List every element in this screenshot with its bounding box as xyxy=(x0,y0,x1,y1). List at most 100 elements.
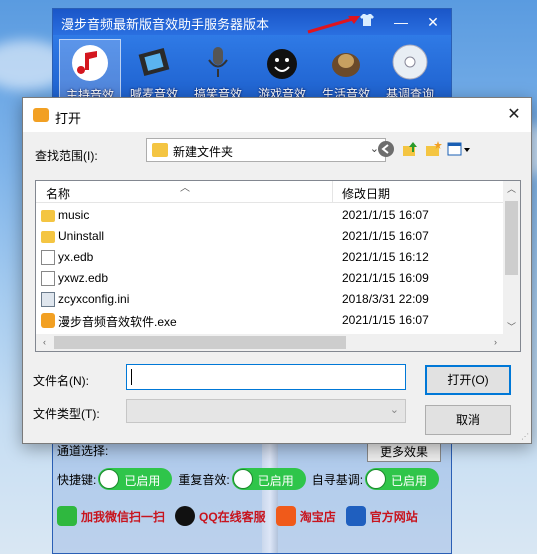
file-date: 2021/1/15 16:07 xyxy=(342,229,429,243)
app-logo-icon xyxy=(33,108,49,122)
toggle-state: 已启用 xyxy=(257,474,294,488)
back-button[interactable] xyxy=(377,140,395,158)
category-toolbar: 主持音效 喊麦音效 搞笑音效 游戏音效 生活音效 基调查询 xyxy=(53,35,451,105)
smiley-bomb-icon xyxy=(263,43,301,81)
file-row[interactable]: Uninstall 2021/1/15 16:07 xyxy=(36,226,504,247)
file-list[interactable]: ︿ 名称 修改日期 music 2021/1/15 16:07 Uninstall 2… xyxy=(35,180,521,352)
microphone-icon xyxy=(199,43,237,81)
file-row[interactable]: yx.edb 2021/1/15 16:12 xyxy=(36,247,504,268)
official-site-link[interactable]: 官方网站 xyxy=(345,506,418,526)
dialog-close-button[interactable]: ✕ xyxy=(497,98,531,132)
qq-icon xyxy=(175,506,196,526)
link-label: 官方网站 xyxy=(369,509,418,524)
close-button[interactable]: ✕ xyxy=(423,12,443,32)
qq-support-link[interactable]: QQ在线客服 xyxy=(175,506,266,526)
up-folder-button[interactable] xyxy=(401,140,419,158)
chevron-down-icon: ⌄ xyxy=(389,404,399,416)
toggle-knob xyxy=(366,469,387,489)
open-button[interactable]: 打开(O) xyxy=(425,365,511,395)
column-name[interactable]: 名称 xyxy=(46,185,70,202)
column-divider xyxy=(332,181,333,203)
scroll-thumb[interactable] xyxy=(54,336,346,349)
resize-grip-icon[interactable]: ⋰ xyxy=(521,432,529,441)
links-row: 加我微信扫一扫 QQ在线客服 淘宝店 官方网站 xyxy=(57,503,447,529)
horizontal-scrollbar[interactable]: ‹ › xyxy=(36,334,504,351)
more-effects-button[interactable]: 更多效果 xyxy=(367,442,441,462)
home-icon xyxy=(345,506,366,526)
scroll-right-icon[interactable]: › xyxy=(487,334,504,351)
file-name: Uninstall xyxy=(58,229,105,243)
taobao-icon xyxy=(275,506,296,526)
file-date: 2021/1/15 16:07 xyxy=(342,208,429,222)
app-title: 漫步音频最新版音效助手服务器版本 xyxy=(61,17,270,32)
toggle-state: 已启用 xyxy=(124,474,161,488)
taobao-link[interactable]: 淘宝店 xyxy=(275,506,336,526)
tab-host-sounds[interactable]: 主持音效 xyxy=(59,39,121,105)
file-name: yxwz.edb xyxy=(58,271,109,285)
filetype-label: 文件类型(T): xyxy=(33,407,100,421)
exe-icon xyxy=(41,313,55,328)
file-name: music xyxy=(58,208,90,222)
link-label: 淘宝店 xyxy=(299,509,336,524)
file-icon xyxy=(41,271,55,286)
file-row[interactable]: 漫步音频音效软件.exe 2021/1/15 16:07 xyxy=(36,310,504,331)
cancel-button[interactable]: 取消 xyxy=(425,405,511,435)
file-row[interactable]: yxwz.edb 2021/1/15 16:09 xyxy=(36,268,504,289)
dialog-title: 打开 xyxy=(55,111,82,126)
vertical-scrollbar[interactable]: ︿ ﹀ xyxy=(503,181,520,336)
channel-select-label: 通道选择: xyxy=(57,444,109,458)
scroll-corner xyxy=(503,334,520,351)
file-row[interactable]: music 2021/1/15 16:07 xyxy=(36,205,504,226)
lookin-value: 新建文件夹 xyxy=(173,145,234,159)
text-caret xyxy=(131,369,132,385)
tab-life-sounds[interactable]: 生活音效 xyxy=(315,39,377,105)
lookin-dropdown[interactable]: 新建文件夹 ⌄ xyxy=(146,138,386,162)
link-label: QQ在线客服 xyxy=(199,509,266,524)
folder-icon xyxy=(41,210,55,222)
filename-label: 文件名(N): xyxy=(33,374,89,388)
scroll-thumb[interactable] xyxy=(505,201,518,275)
view-menu-button[interactable] xyxy=(447,140,471,158)
tab-funny-sounds[interactable]: 搞笑音效 xyxy=(187,39,249,105)
tab-tone-query[interactable]: 基调查询 xyxy=(379,39,441,105)
dog-icon xyxy=(327,43,365,81)
file-date: 2021/1/15 16:07 xyxy=(342,313,429,327)
wechat-icon xyxy=(57,506,77,526)
toggle-state: 已启用 xyxy=(391,474,428,488)
link-label: 加我微信扫一扫 xyxy=(81,509,166,524)
scroll-left-icon[interactable]: ‹ xyxy=(36,334,53,351)
folder-icon xyxy=(41,231,55,243)
channel-select-row: 通道选择: 更多效果 xyxy=(57,442,449,464)
film-icon xyxy=(135,43,173,81)
seek-tone-toggle[interactable]: 已启用 xyxy=(365,468,440,490)
filetype-select[interactable]: ⌄ xyxy=(126,399,406,423)
filename-input[interactable] xyxy=(126,364,406,390)
cd-icon xyxy=(391,43,429,81)
seek-tone-label: 自寻基调: xyxy=(311,472,364,487)
lookin-label: 查找范围(I): xyxy=(35,149,98,163)
column-modified[interactable]: 修改日期 xyxy=(342,185,390,202)
open-file-dialog: 打开 ✕ 查找范围(I): 新建文件夹 ⌄ ︿ 名称 修改日期 music 202… xyxy=(22,97,532,444)
hotkey-label: 快捷键: xyxy=(57,472,97,487)
toggle-row: 快捷键: 已启用 重复音效: 已启用 自寻基调: 已启用 xyxy=(57,466,447,492)
hotkey-toggle[interactable]: 已启用 xyxy=(98,468,173,490)
file-date: 2021/1/15 16:12 xyxy=(342,250,429,264)
sort-caret-icon: ︿ xyxy=(180,183,190,194)
new-folder-button[interactable] xyxy=(424,140,442,158)
tab-shout-sounds[interactable]: 喊麦音效 xyxy=(123,39,185,105)
file-date: 2018/3/31 22:09 xyxy=(342,292,429,306)
scroll-up-icon[interactable]: ︿ xyxy=(503,181,520,198)
file-list-header: ︿ 名称 修改日期 xyxy=(36,181,504,203)
toggle-knob xyxy=(232,469,253,489)
repeat-sound-label: 重复音效: xyxy=(178,472,230,487)
file-name: 漫步音频音效软件.exe xyxy=(58,315,177,329)
repeat-sound-toggle[interactable]: 已启用 xyxy=(231,468,306,490)
tab-game-sounds[interactable]: 游戏音效 xyxy=(251,39,313,105)
file-row[interactable]: zcyxconfig.ini 2018/3/31 22:09 xyxy=(36,289,504,310)
red-arrow-annotation xyxy=(307,16,360,34)
file-date: 2021/1/15 16:09 xyxy=(342,271,429,285)
toggle-knob xyxy=(99,469,120,489)
wechat-link[interactable]: 加我微信扫一扫 xyxy=(57,506,165,526)
config-file-icon xyxy=(41,292,55,307)
music-note-icon xyxy=(71,44,109,82)
